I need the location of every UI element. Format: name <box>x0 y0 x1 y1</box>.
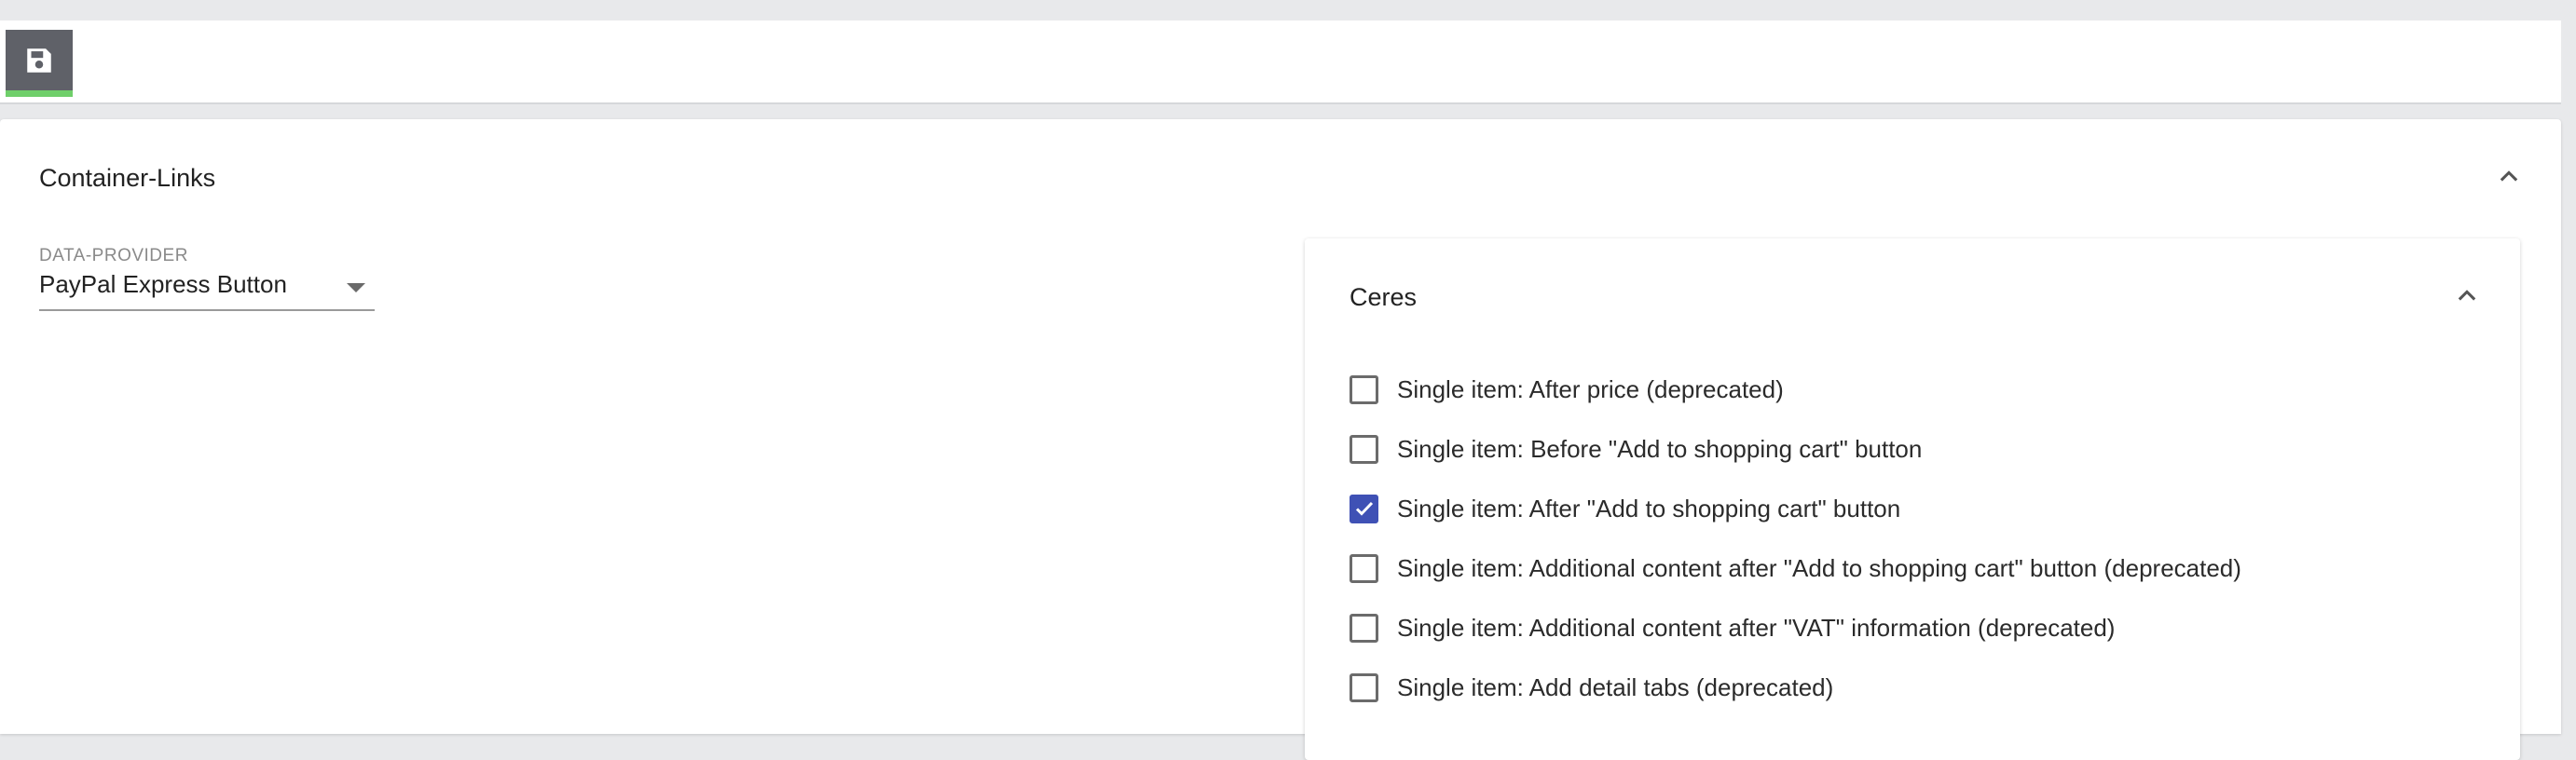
checkbox-label: Single item: After price (deprecated) <box>1397 374 1784 403</box>
checkbox-row[interactable]: Single item: Additional content after "V… <box>1350 598 2468 658</box>
checkbox[interactable] <box>1350 553 1378 583</box>
checkbox-row[interactable]: Single item: After price (deprecated) <box>1350 360 2468 419</box>
checkbox-label: Single item: Additional content after "A… <box>1397 553 2241 582</box>
toolbar <box>0 20 2561 104</box>
dropdown-arrow-icon <box>347 283 365 292</box>
checkbox[interactable] <box>1350 672 1378 702</box>
check-icon <box>1355 501 1373 516</box>
floppy-disk-icon <box>27 48 51 73</box>
data-provider-select[interactable]: DATA-PROVIDER PayPal Express Button <box>39 246 375 311</box>
checkbox-label: Single item: After "Add to shopping cart… <box>1397 494 1901 522</box>
ceres-card-title: Ceres <box>1350 283 1418 311</box>
checkbox[interactable] <box>1350 613 1378 643</box>
checkbox-row[interactable]: Single item: Additional content after "A… <box>1350 538 2468 598</box>
save-button[interactable] <box>6 30 73 97</box>
data-provider-value: PayPal Express Button <box>39 270 287 298</box>
checkbox-label: Single item: Before "Add to shopping car… <box>1397 434 1923 463</box>
panel-title: Container-Links <box>39 164 216 192</box>
checkbox-row[interactable]: Single item: After "Add to shopping cart… <box>1350 479 2468 538</box>
checkbox-label: Single item: Additional content after "V… <box>1397 613 2116 642</box>
checkbox-row[interactable]: Single item: Before "Add to shopping car… <box>1350 419 2468 479</box>
container-checkbox-list: Single item: After price (deprecated) Si… <box>1350 360 2468 717</box>
data-provider-label: DATA-PROVIDER <box>39 246 188 265</box>
ceres-card: Ceres Single item: After price (deprecat… <box>1305 238 2520 760</box>
chevron-up-icon <box>2500 170 2518 182</box>
chevron-up-icon <box>2458 290 2476 301</box>
checkbox-row[interactable]: Single item: Add detail tabs (deprecated… <box>1350 658 2468 717</box>
panel-collapse-button[interactable] <box>2490 158 2528 196</box>
ceres-collapse-button[interactable] <box>2448 278 2486 315</box>
checkbox[interactable] <box>1350 374 1378 404</box>
checkbox-label: Single item: Add detail tabs (deprecated… <box>1397 672 1834 701</box>
checkbox[interactable] <box>1350 494 1378 523</box>
checkbox[interactable] <box>1350 434 1378 464</box>
